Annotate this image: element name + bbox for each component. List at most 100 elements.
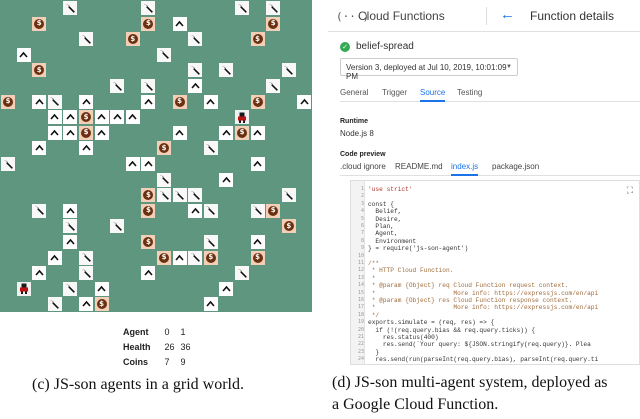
- stats-value: 36: [180, 342, 191, 352]
- arrow-left-icon[interactable]: ←: [500, 6, 515, 23]
- line-number: 12: [357, 267, 364, 274]
- coin-icon: $: [125, 32, 140, 47]
- wrench-icon: [250, 203, 265, 218]
- line-number: 9: [360, 245, 364, 252]
- code-line: */: [368, 311, 380, 319]
- wrench-icon: [203, 235, 218, 249]
- line-number: 14: [357, 282, 364, 289]
- brand-title: Cloud Functions: [358, 8, 445, 23]
- stats-value: 26: [164, 342, 175, 352]
- coin-icon: $: [235, 125, 249, 140]
- code-line: res.send(run(parseInt(req.query.bias), p…: [368, 356, 599, 364]
- wrench-icon: [110, 219, 125, 234]
- up-arrow-icon: [141, 94, 156, 109]
- up-arrow-icon: [297, 94, 312, 109]
- tab-testing[interactable]: Testing: [457, 88, 482, 97]
- up-arrow-icon: [32, 94, 47, 109]
- line-number: 19: [357, 319, 364, 326]
- wrench-icon: [63, 281, 78, 296]
- up-arrow-icon: [250, 125, 265, 140]
- wrench-icon: [47, 94, 62, 109]
- coin-icon: $: [203, 250, 218, 265]
- coin-icon: $: [141, 188, 156, 203]
- caption-d-line2: a Google Cloud Function.: [332, 396, 499, 413]
- up-arrow-icon: [47, 125, 62, 140]
- wrench-icon: [141, 1, 156, 15]
- wrench-icon: [141, 79, 156, 93]
- file-tab-index[interactable]: index.js: [451, 162, 479, 176]
- function-name: ✓ belief-spread: [340, 41, 414, 52]
- up-arrow-icon: [110, 110, 125, 125]
- tab-trigger[interactable]: Trigger: [382, 88, 407, 97]
- line-gutter: 1 2 3 4 5 6 7 8 9 10 11 12 13 14 15 16 17 18 19 20 21 22 23 24: [351, 181, 365, 364]
- up-arrow-icon: [203, 297, 218, 312]
- line-number: 17: [357, 304, 364, 311]
- wrench-icon: [32, 203, 47, 218]
- code-line: * More info: https://expressjs.com/en/ap…: [368, 289, 599, 297]
- up-arrow-icon: [141, 266, 156, 281]
- tab-source[interactable]: Source: [420, 88, 446, 102]
- wrench-icon: [79, 250, 93, 265]
- version-select[interactable]: Version 3, deployed at Jul 10, 2019, 10:…: [340, 58, 518, 81]
- up-arrow-icon: [250, 235, 265, 249]
- line-number: 6: [360, 223, 364, 229]
- code-line: * @param {Object} res Cloud Function res…: [368, 297, 573, 304]
- line-number: 18: [357, 311, 364, 318]
- tab-general[interactable]: General: [340, 88, 368, 97]
- up-arrow-icon: [47, 110, 62, 125]
- code-line: }: [368, 348, 380, 356]
- stats-value: 7: [164, 357, 170, 367]
- code-line: exports.simulate = (req, res) => {: [368, 319, 495, 327]
- code-line: 'use strict': [368, 186, 413, 193]
- code-line: if (!(req.query.bias && req.query.ticks)…: [368, 326, 536, 334]
- wrench-icon: [188, 188, 203, 203]
- file-tab-readme[interactable]: README.md: [395, 162, 443, 171]
- code-preview-label: Code preview: [340, 151, 386, 158]
- file-tab-cloudignore[interactable]: .cloud ignore: [340, 162, 386, 171]
- wrench-icon: [63, 1, 78, 15]
- file-tab-package[interactable]: package.json: [492, 162, 539, 171]
- line-number: 11: [357, 260, 364, 266]
- coin-icon: $: [141, 203, 156, 218]
- wrench-icon: [235, 266, 249, 281]
- up-arrow-icon: [32, 141, 47, 156]
- agent-icon: [16, 281, 31, 296]
- line-number: 3: [360, 200, 364, 207]
- wrench-icon: [281, 63, 296, 78]
- code-line: Agent,: [368, 230, 398, 238]
- up-arrow-icon: [172, 250, 187, 265]
- coin-icon: $: [266, 16, 281, 31]
- coin-icon: $: [32, 63, 47, 78]
- coin-icon: $: [250, 32, 265, 47]
- stats-row-coins: Coins 7 9: [123, 355, 197, 370]
- coin-icon: $: [94, 297, 109, 312]
- up-arrow-icon: [141, 157, 156, 171]
- coin-icon: $: [141, 16, 156, 31]
- runtime-label: Runtime: [340, 118, 368, 125]
- up-arrow-icon: [172, 16, 187, 31]
- caption-c: (c) JS-son agents in a grid world.: [32, 376, 244, 393]
- coin-icon: $: [32, 16, 47, 31]
- up-arrow-icon: [63, 125, 78, 140]
- up-arrow-icon: [63, 235, 78, 249]
- up-arrow-icon: [47, 250, 62, 265]
- code-editor[interactable]: 1 2 3 4 5 6 7 8 9 10 11 12 13 14 15 16 17 18 19 20 21 22 23 24 …: [350, 180, 640, 365]
- chevron-down-icon: ▼: [506, 64, 512, 70]
- up-arrow-icon: [125, 157, 140, 171]
- stats-row-health: Health 26 36: [123, 340, 197, 355]
- wrench-icon: [235, 1, 249, 15]
- cloud-function-panel: (···) Cloud Functions ← Function details…: [328, 0, 640, 413]
- file-tabs: .cloud ignore README.md index.js package…: [340, 160, 640, 176]
- tab-bar: General Trigger Source Testing: [340, 86, 640, 102]
- cloud-functions-logo-icon: (···): [336, 10, 370, 23]
- page-title: Function details: [530, 9, 615, 23]
- wrench-icon: [79, 266, 93, 281]
- wrench-icon: [203, 141, 218, 156]
- fullscreen-icon[interactable]: ⛶: [627, 185, 633, 196]
- code-line: /**: [368, 260, 380, 267]
- code-line: * HTTP Cloud Function.: [368, 267, 454, 275]
- up-arrow-icon: [219, 172, 234, 187]
- coin-icon: $: [266, 203, 281, 218]
- grid-world: $ $ $ $ $ $ $ $ $ $ $ $ $ $ $ $ $ $ $ $ $ $: [0, 0, 312, 312]
- code-line: Belief,: [368, 208, 402, 216]
